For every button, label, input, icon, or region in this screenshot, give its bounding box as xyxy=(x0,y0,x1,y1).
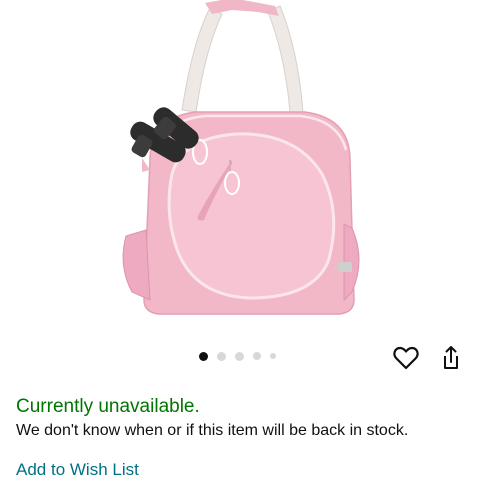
pager-dot[interactable] xyxy=(253,352,261,360)
tennis-bag-image xyxy=(122,0,360,315)
availability-status: Currently unavailable. xyxy=(16,396,200,417)
product-image[interactable] xyxy=(0,0,480,340)
pager-dot[interactable] xyxy=(199,351,208,361)
pager-dot[interactable] xyxy=(217,351,226,361)
wishlist-heart-button[interactable] xyxy=(392,344,420,372)
pager-dot[interactable] xyxy=(270,353,276,359)
image-pager[interactable] xyxy=(199,350,285,362)
pager-dot[interactable] xyxy=(235,351,244,361)
add-to-wish-list-link[interactable]: Add to Wish List xyxy=(16,460,139,480)
stock-message: We don't know when or if this item will … xyxy=(16,422,409,439)
share-icon xyxy=(444,346,458,369)
heart-icon xyxy=(393,346,419,370)
share-button[interactable] xyxy=(437,344,465,372)
